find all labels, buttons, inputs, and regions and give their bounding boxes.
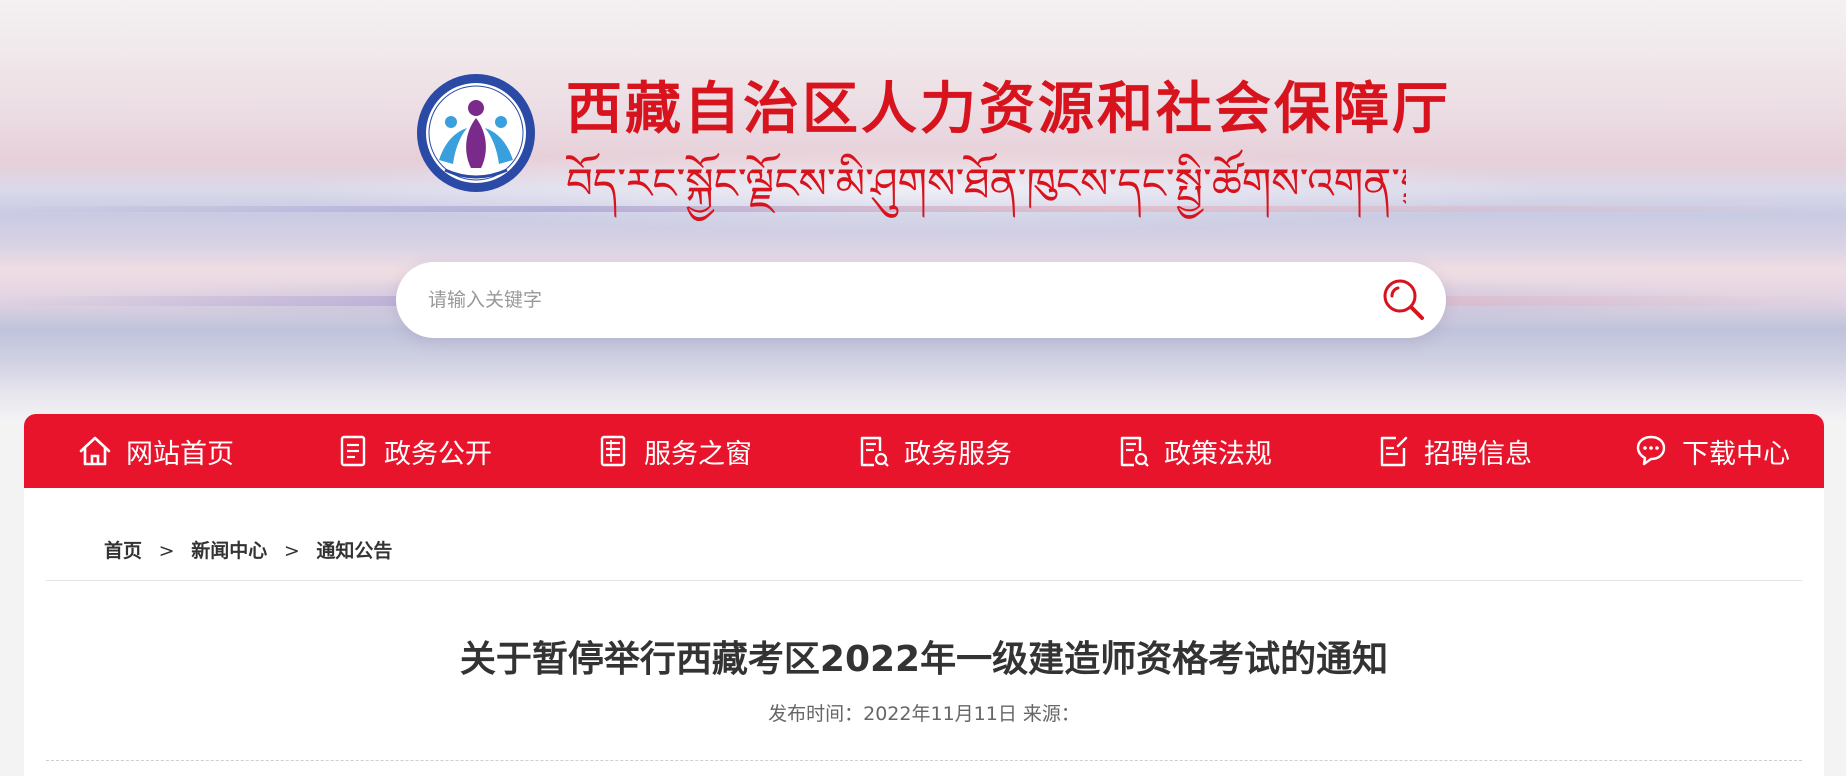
nav-item-label: 服务之窗 xyxy=(644,438,752,470)
nav-item-service-window[interactable]: 服务之窗 xyxy=(594,414,752,488)
nav-item-label: 政策法规 xyxy=(1164,438,1272,470)
search-bar xyxy=(396,262,1446,338)
search-input[interactable] xyxy=(428,282,1328,318)
document-search-icon xyxy=(854,432,892,470)
document-lines-icon xyxy=(594,432,632,470)
divider xyxy=(46,760,1802,761)
document-search-icon xyxy=(1114,432,1152,470)
site-subtitle-tibetan: བོད་རང་སྐྱོང་ལྗོངས་མི་ཤུགས་ཐོན་ཁུངས་དང་ས… xyxy=(566,159,1406,208)
home-icon xyxy=(76,432,114,470)
edit-document-icon xyxy=(1374,432,1412,470)
breadcrumb: 首页 > 新闻中心 > 通知公告 xyxy=(104,536,392,563)
nav-item-recruitment[interactable]: 招聘信息 xyxy=(1374,414,1532,488)
nav-item-label: 招聘信息 xyxy=(1424,438,1532,470)
nav-item-gov-affairs-open[interactable]: 政务公开 xyxy=(334,414,492,488)
nav-item-label: 网站首页 xyxy=(126,438,234,470)
nav-item-gov-services[interactable]: 政务服务 xyxy=(854,414,1012,488)
header-banner: 西藏自治区人力资源和社会保障厅 བོད་རང་སྐྱོང་ལྗོངས་མི་ཤུ… xyxy=(0,0,1846,420)
chat-bubbles-icon xyxy=(1632,432,1670,470)
breadcrumb-home-link[interactable]: 首页 xyxy=(104,540,142,562)
main-nav: 网站首页 政务公开 服务之窗 政务服务 政策法规 招聘信息 下载中心 xyxy=(24,414,1824,488)
nav-item-label: 政务服务 xyxy=(904,438,1012,470)
site-logo[interactable] xyxy=(415,72,537,194)
article-meta: 发布时间：2022年11月11日 来源： xyxy=(768,703,1080,725)
nav-item-label: 下载中心 xyxy=(1682,438,1790,470)
search-icon[interactable] xyxy=(1380,276,1428,324)
nav-item-downloads[interactable]: 下载中心 xyxy=(1632,414,1790,488)
breadcrumb-news-center-link[interactable]: 新闻中心 xyxy=(191,540,267,562)
breadcrumb-separator: > xyxy=(283,540,300,562)
nav-item-label: 政务公开 xyxy=(384,438,492,470)
nav-item-home[interactable]: 网站首页 xyxy=(76,414,234,488)
article-content: 首页 > 新闻中心 > 通知公告 关于暂停举行西藏考区2022年一级建造师资格考… xyxy=(24,488,1824,776)
divider xyxy=(46,580,1802,581)
document-icon xyxy=(334,432,372,470)
article-title: 关于暂停举行西藏考区2022年一级建造师资格考试的通知 xyxy=(459,639,1389,680)
site-title: 西藏自治区人力资源和社会保障厅 xyxy=(566,76,1451,142)
nav-item-policies[interactable]: 政策法规 xyxy=(1114,414,1272,488)
breadcrumb-notices-link[interactable]: 通知公告 xyxy=(316,540,392,562)
breadcrumb-separator: > xyxy=(158,540,175,562)
